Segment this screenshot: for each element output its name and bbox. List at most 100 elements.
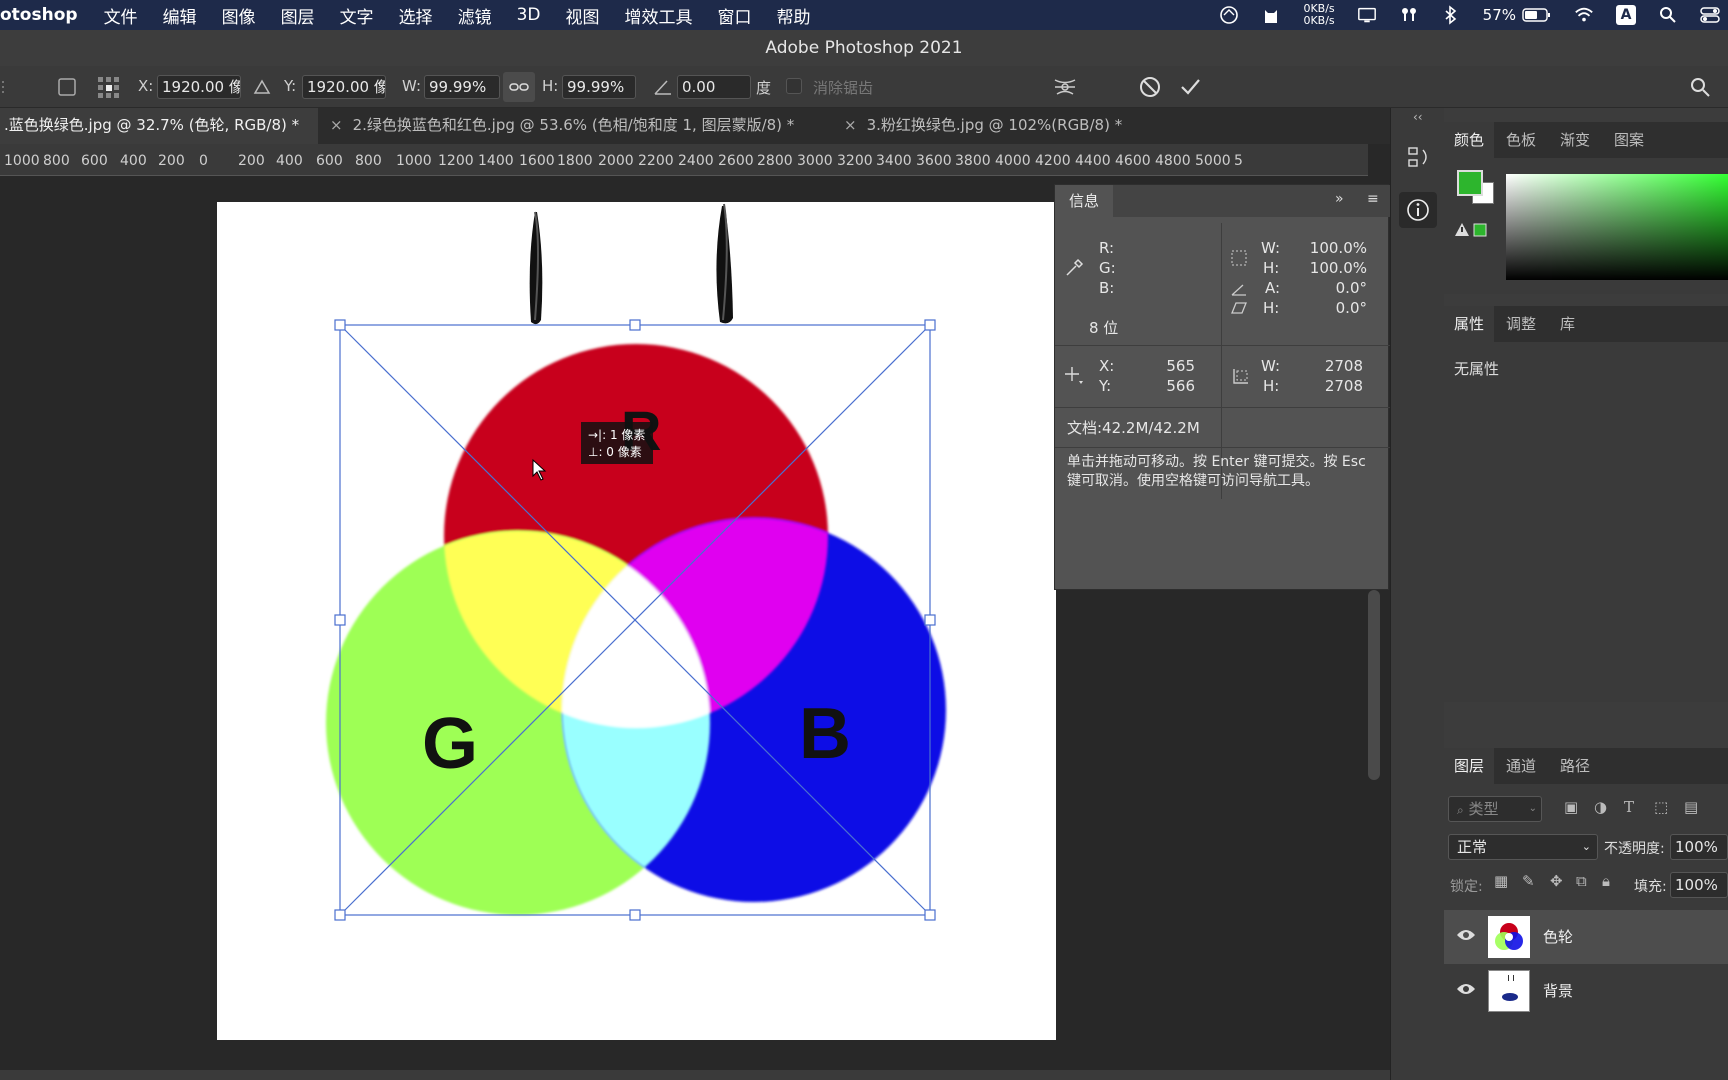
h-input[interactable]: 99.99%	[562, 75, 636, 99]
airpods-icon[interactable]	[1399, 5, 1419, 25]
commit-transform-icon[interactable]	[1178, 75, 1202, 99]
input-method-icon[interactable]: A	[1616, 5, 1636, 25]
w-input[interactable]: 99.99%	[424, 75, 500, 99]
ruler-tick-label: 3600	[916, 153, 952, 169]
lock-position-icon[interactable]: ✥	[1550, 872, 1563, 890]
tab-patterns[interactable]: 图案	[1604, 122, 1654, 158]
pixel-filter-icon[interactable]: ▣	[1564, 798, 1578, 816]
bluetooth-icon[interactable]	[1441, 5, 1461, 25]
info-tab[interactable]: 信息	[1055, 185, 1113, 217]
type-filter-icon[interactable]: T	[1624, 798, 1634, 816]
creative-cloud-icon[interactable]	[1219, 5, 1239, 25]
hskew-value: 0.0°	[1335, 299, 1367, 317]
info-panel-button[interactable]	[1399, 192, 1437, 228]
lock-all-icon[interactable]: 🔒︎	[1602, 872, 1610, 890]
app-menu[interactable]: otoshop	[0, 5, 78, 25]
lock-artboard-icon[interactable]: ⧉	[1576, 872, 1587, 890]
layers-panel: 图层 通道 路径 ⌕ 类型 ⌄ ▣ ◑ T ⬚ ▤ 正常 ⌄ 不透明度: 100…	[1444, 748, 1728, 1080]
tab-paths[interactable]: 路径	[1550, 748, 1600, 784]
doc-tab-2[interactable]: × 2.绿色换蓝色和红色.jpg @ 53.6% (色相/饱和度 1, 图层蒙版/…	[322, 108, 832, 144]
menu-type[interactable]: 文字	[340, 3, 374, 28]
tool-grip-icon[interactable]	[0, 75, 10, 99]
tab-color[interactable]: 颜色	[1444, 122, 1495, 158]
spotlight-icon[interactable]	[1658, 5, 1678, 25]
fill-input[interactable]: 100%	[1670, 872, 1728, 898]
ruler-tick-label: 4800	[1155, 153, 1191, 169]
search-icon: ⌕	[1457, 803, 1464, 817]
warp-icon[interactable]	[1052, 75, 1076, 99]
opacity-input[interactable]: 100%	[1670, 834, 1728, 860]
panel-menu-icon[interactable]: ≡	[1367, 191, 1379, 207]
layer-row[interactable]: 背景	[1444, 964, 1728, 1018]
control-center-icon[interactable]	[1700, 5, 1720, 25]
doc-tab-1[interactable]: .蓝色换绿色.jpg @ 32.7% (色轮, RGB/8) *	[0, 108, 318, 144]
ruler-tick-label: 400	[120, 153, 147, 169]
tab-swatches[interactable]: 色板	[1496, 122, 1546, 158]
visibility-eye-icon[interactable]	[1456, 982, 1476, 1000]
tab-properties[interactable]: 属性	[1444, 306, 1495, 342]
tab-libraries[interactable]: 库	[1550, 306, 1585, 342]
x-input[interactable]: 1920.00 像	[157, 75, 241, 99]
eyedropper-icon[interactable]	[1063, 257, 1085, 283]
reference-square-icon[interactable]	[56, 75, 80, 99]
tab-layers[interactable]: 图层	[1444, 748, 1495, 784]
ruler-tick-label: 2000	[598, 153, 634, 169]
cancel-transform-icon[interactable]	[1138, 75, 1162, 99]
b-label: B:	[1099, 279, 1115, 297]
menu-image[interactable]: 图像	[222, 3, 256, 28]
reference-point-icon[interactable]	[96, 75, 120, 99]
doc-tab-3[interactable]: × 3.粉红换绿色.jpg @ 102%(RGB/8) *	[836, 108, 1146, 144]
vertical-scrollbar[interactable]	[1368, 590, 1380, 780]
menu-select[interactable]: 选择	[399, 3, 433, 28]
angle-input[interactable]: 0.00	[677, 75, 751, 99]
menu-file[interactable]: 文件	[104, 3, 138, 28]
collapse-panel-icon[interactable]: »	[1335, 191, 1344, 207]
menu-view[interactable]: 视图	[565, 3, 599, 28]
wifi-icon[interactable]	[1574, 5, 1594, 25]
menu-help[interactable]: 帮助	[776, 3, 810, 28]
display-icon[interactable]	[1357, 5, 1377, 25]
gamut-warning-icon[interactable]	[1454, 222, 1490, 242]
cat-icon[interactable]	[1261, 5, 1281, 25]
horizontal-ruler[interactable]: 1000 800 600 400 200 0 200 400 600 800 1000 1200 140…	[0, 144, 1368, 176]
layer-filter-select[interactable]: ⌕ 类型 ⌄	[1448, 796, 1542, 822]
ruler-tick-label: 5	[1234, 153, 1243, 169]
info-panel: 信息 » ≡ R: G: B: 8 位 W: 100.0% H: 100.0% …	[1054, 184, 1390, 590]
search-icon[interactable]	[1688, 75, 1712, 99]
close-icon[interactable]: ×	[330, 116, 343, 134]
tab-gradients[interactable]: 渐变	[1550, 122, 1600, 158]
lock-transparent-icon[interactable]: ▦	[1494, 872, 1508, 890]
opacity-label: 不透明度:	[1604, 841, 1665, 857]
doc-tab-3-label: 3.粉红换绿色.jpg @ 102%(RGB/8) *	[866, 116, 1123, 134]
menu-3d[interactable]: 3D	[517, 5, 541, 25]
layer-row[interactable]: 色轮	[1444, 910, 1728, 964]
y-input[interactable]: 1920.00 像	[302, 75, 386, 99]
shape-filter-icon[interactable]: ⬚	[1654, 798, 1668, 816]
menu-filter[interactable]: 滤镜	[458, 3, 492, 28]
history-panel-button[interactable]	[1399, 140, 1437, 176]
tab-adjustments[interactable]: 调整	[1496, 306, 1546, 342]
menu-window[interactable]: 窗口	[717, 3, 751, 28]
layer-thumbnail	[1488, 970, 1530, 1012]
w-label: W:	[402, 77, 422, 95]
blend-mode-select[interactable]: 正常 ⌄	[1448, 834, 1598, 860]
collapse-arrows-icon[interactable]: ‹‹	[1413, 110, 1423, 124]
menu-plugins[interactable]: 增效工具	[624, 3, 692, 28]
help-hint: 单击并拖动可移动。按 Enter 键可提交。按 Esc 键可取消。使用空格键可访…	[1067, 454, 1366, 489]
menu-layer[interactable]: 图层	[281, 3, 315, 28]
ruler-tick-label: 3800	[955, 153, 991, 169]
visibility-eye-icon[interactable]	[1456, 928, 1476, 946]
link-aspect-button[interactable]	[503, 72, 535, 102]
menu-edit[interactable]: 编辑	[163, 3, 197, 28]
foreground-swatch[interactable]	[1457, 170, 1483, 196]
tab-channels[interactable]: 通道	[1496, 748, 1546, 784]
lock-icons: ▦ ✎ ✥ ⧉ 🔒︎	[1494, 872, 1624, 896]
color-field[interactable]	[1506, 174, 1728, 280]
battery-icon[interactable]	[1522, 5, 1552, 25]
smart-object-filter-icon[interactable]: ▤	[1684, 798, 1698, 816]
adjustment-filter-icon[interactable]: ◑	[1594, 798, 1607, 816]
document-canvas[interactable]: R G B →|: 1 像素 ⊥: 0 像素	[217, 202, 1056, 1040]
close-icon[interactable]: ×	[844, 116, 857, 134]
antialias-checkbox[interactable]	[786, 78, 802, 94]
lock-pixels-icon[interactable]: ✎	[1522, 872, 1535, 890]
